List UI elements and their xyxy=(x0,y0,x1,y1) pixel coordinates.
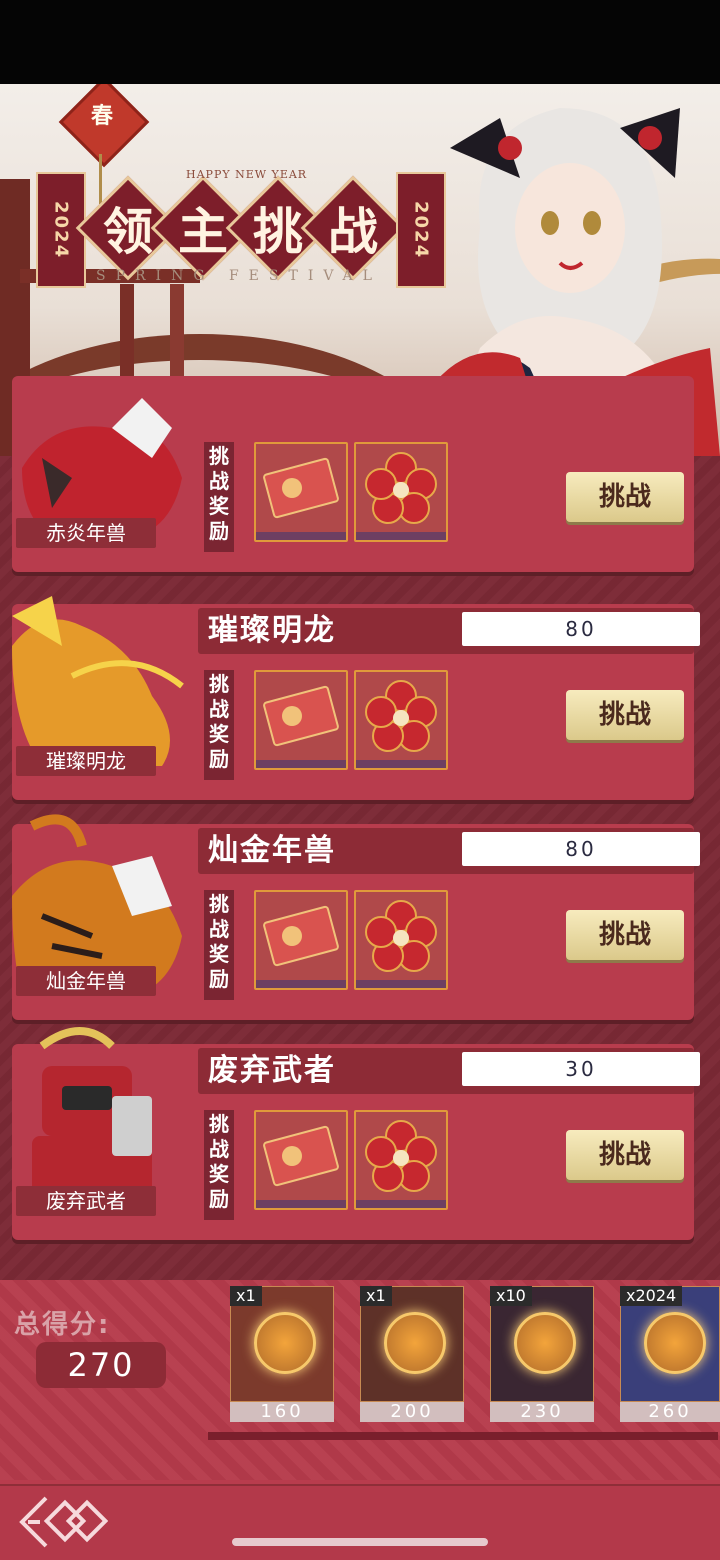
boss-name: 灿金年兽 xyxy=(208,833,336,868)
milestone-reward[interactable]: x1 160 xyxy=(230,1286,334,1422)
milestone-points: 260 xyxy=(620,1402,720,1422)
boss-card: 赤炎年兽 挑战奖励 挑战 xyxy=(12,376,694,572)
reward-flower-slot[interactable] xyxy=(354,1110,448,1210)
dragon-ticket-icon xyxy=(263,905,339,967)
boss-name-tag: 灿金年兽 xyxy=(16,966,156,996)
home-indicator xyxy=(232,1538,488,1546)
milestone-points: 200 xyxy=(360,1402,464,1422)
reward-ticket-slot[interactable] xyxy=(254,670,348,770)
total-score-value: 270 xyxy=(36,1342,166,1388)
challenge-button[interactable]: 挑战 xyxy=(566,690,684,740)
plum-blossom-icon xyxy=(365,452,437,524)
dragon-ticket-icon xyxy=(263,457,339,519)
milestone-reward[interactable]: x1 200 xyxy=(360,1286,464,1422)
milestone-points: 160 xyxy=(230,1402,334,1422)
challenge-button[interactable]: 挑战 xyxy=(566,910,684,960)
milestone-count: x1 xyxy=(360,1286,392,1306)
boss-name: 璀璨明龙 xyxy=(208,613,336,648)
milestone-count: x10 xyxy=(490,1286,532,1306)
challenge-button[interactable]: 挑战 xyxy=(566,1130,684,1180)
boss-card: 璀璨明龙 80 璀璨明龙 挑战奖励 挑战 xyxy=(12,596,700,800)
plum-blossom-icon xyxy=(365,680,437,752)
total-score-label: 总得分: xyxy=(14,1310,111,1340)
title-main: 领 主 挑 战 xyxy=(75,175,405,281)
boss-card: 灿金年兽 80 灿金年兽 挑战奖励 挑战 xyxy=(12,814,700,1020)
claimed-seal-icon xyxy=(254,1312,316,1374)
boss-score: 80 xyxy=(462,612,700,646)
reward-label: 挑战奖励 xyxy=(204,1110,234,1220)
claimed-seal-icon xyxy=(644,1312,706,1374)
progress-track xyxy=(208,1432,718,1440)
reward-flower-slot[interactable] xyxy=(354,442,448,542)
boss-score: 80 xyxy=(462,832,700,866)
reward-ticket-slot[interactable] xyxy=(254,442,348,542)
title-char: 战 xyxy=(300,175,405,281)
reward-flower-slot[interactable] xyxy=(354,670,448,770)
boss-card: 废弃武者 30 废弃武者 挑战奖励 挑战 xyxy=(12,1027,700,1240)
reward-label: 挑战奖励 xyxy=(204,442,234,552)
challenge-button[interactable]: 挑战 xyxy=(566,472,684,522)
footer-bar xyxy=(0,1484,720,1560)
back-arrow-icon[interactable] xyxy=(18,1494,108,1550)
milestone-points: 230 xyxy=(490,1402,594,1422)
milestone-count: x1 xyxy=(230,1286,262,1306)
boss-name-tag: 废弃武者 xyxy=(16,1186,156,1216)
reward-ticket-slot[interactable] xyxy=(254,890,348,990)
spring-charm-text: 春 xyxy=(90,104,113,129)
boss-list: 赤炎年兽 挑战奖励 挑战 璀璨明龙 80 璀璨明龙 挑战奖励 挑战 灿金年兽 8… xyxy=(0,376,720,1280)
status-bar xyxy=(0,0,720,84)
dragon-ticket-icon xyxy=(263,685,339,747)
title-subtitle-top: HAPPY NEW YEAR xyxy=(186,168,308,181)
claimed-seal-icon xyxy=(384,1312,446,1374)
milestone-reward[interactable]: x2024 260 xyxy=(620,1286,720,1422)
boss-score: 30 xyxy=(462,1052,700,1086)
plum-blossom-icon xyxy=(365,1120,437,1192)
claimed-seal-icon xyxy=(514,1312,576,1374)
event-title: 2024 领 主 挑 战 2024 HAPPY NEW YEAR SPRING … xyxy=(36,168,446,288)
dragon-ticket-icon xyxy=(263,1125,339,1187)
reward-flower-slot[interactable] xyxy=(354,890,448,990)
reward-ticket-slot[interactable] xyxy=(254,1110,348,1210)
boss-name-tag: 璀璨明龙 xyxy=(16,746,156,776)
plum-blossom-icon xyxy=(365,900,437,972)
milestone-count: x2024 xyxy=(620,1286,683,1306)
milestone-reward[interactable]: x10 230 xyxy=(490,1286,594,1422)
reward-label: 挑战奖励 xyxy=(204,890,234,1000)
reward-label: 挑战奖励 xyxy=(204,670,234,780)
boss-name: 废弃武者 xyxy=(208,1053,336,1088)
boss-name-tag: 赤炎年兽 xyxy=(16,518,156,548)
title-subtitle-bottom: SPRING FESTIVAL xyxy=(96,268,382,284)
